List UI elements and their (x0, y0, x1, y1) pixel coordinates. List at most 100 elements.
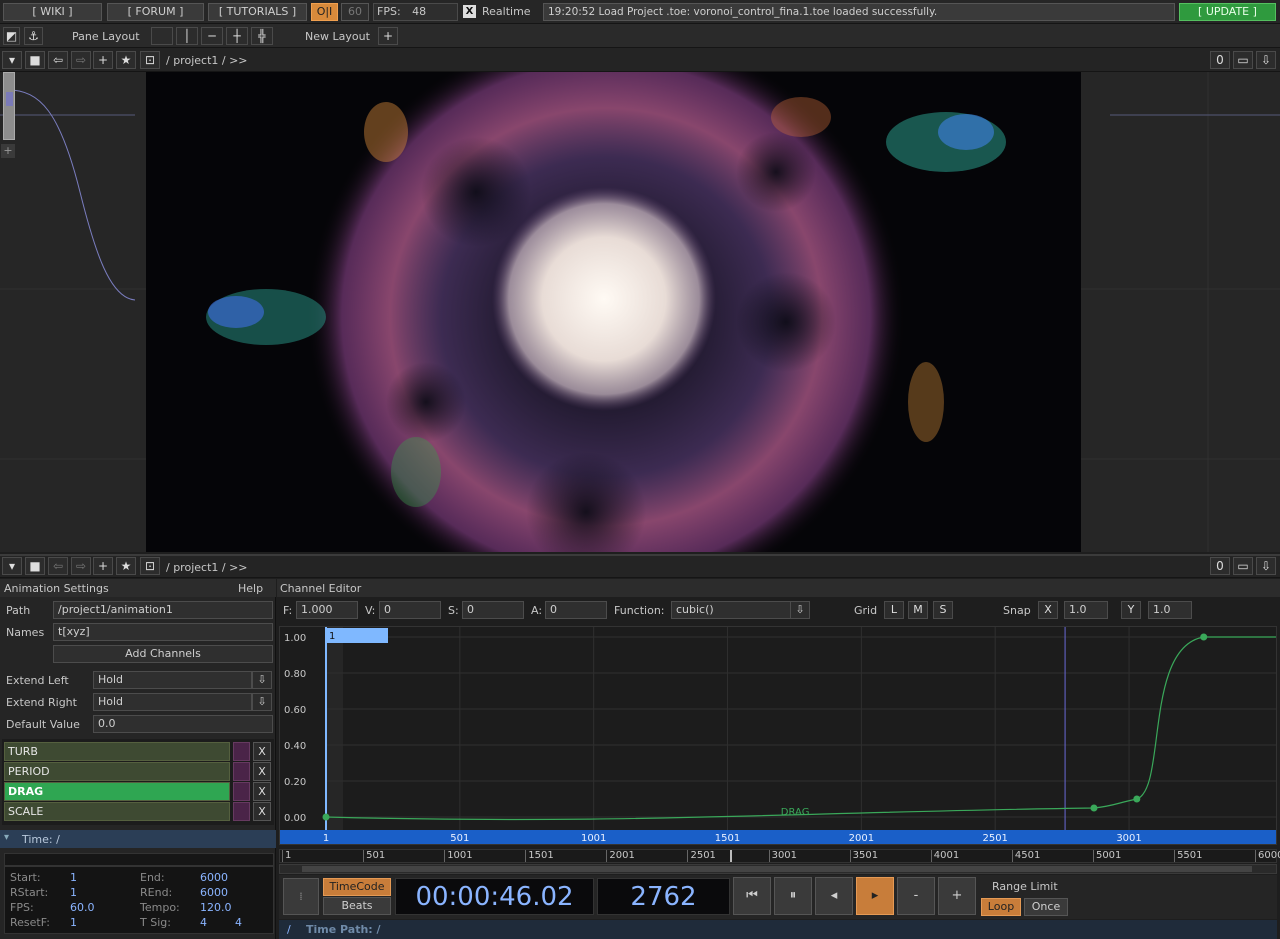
snap-y-field[interactable]: 1.0 (1148, 601, 1192, 619)
pane2-stop-icon[interactable]: ■ (25, 557, 45, 575)
channel-delete-scale[interactable]: X (253, 802, 271, 821)
forward-arrow-icon[interactable]: ⇨ (71, 51, 91, 69)
channel-color-drag[interactable] (233, 782, 250, 801)
channel-delete-period[interactable]: X (253, 762, 271, 781)
channel-row-drag[interactable]: DRAG (4, 782, 230, 801)
timeline-scrollbar[interactable] (279, 864, 1277, 874)
pane-link-icon[interactable]: ⊡ (140, 51, 160, 69)
keyframe-point[interactable] (322, 813, 330, 821)
pane2-add-icon[interactable]: + (93, 557, 113, 575)
update-button[interactable]: [ UPDATE ] (1179, 3, 1276, 21)
add-node-icon[interactable]: + (1, 144, 15, 158)
extend-left-dropdown-icon[interactable]: ⇩ (252, 671, 272, 689)
cook-toggle-button[interactable]: O|I (311, 3, 338, 21)
forum-button[interactable]: [ FORUM ] (107, 3, 204, 21)
drag-curve-line[interactable] (325, 636, 1276, 821)
layout-vsplit-icon[interactable]: │ (176, 27, 198, 45)
end-value[interactable]: 6000 (200, 871, 228, 884)
pane2-forward-arrow-icon[interactable]: ⇨ (71, 557, 91, 575)
anchor-icon[interactable]: ⚓ (24, 27, 43, 45)
beats-button[interactable]: Beats (323, 897, 391, 915)
tempo-value[interactable]: 120.0 (200, 901, 232, 914)
tsig-denominator[interactable]: 4 (235, 916, 242, 929)
channel-row-turb[interactable]: TURB (4, 742, 230, 761)
ruler-current-time[interactable] (729, 850, 732, 862)
timeline-scroll-thumb[interactable] (302, 866, 1252, 872)
start-value[interactable]: 1 (70, 871, 77, 884)
play-forward-icon[interactable]: ▸ (856, 877, 894, 915)
pane1-maximize-icon[interactable]: ▭ (1233, 51, 1253, 69)
pane-toggle-icon[interactable]: ◩ (3, 27, 20, 45)
grid-s-button[interactable]: S (933, 601, 953, 619)
function-dropdown-icon[interactable]: ⇩ (790, 601, 810, 619)
layout-four-icon[interactable]: ╬ (251, 27, 273, 45)
resetf-value[interactable]: 1 (70, 916, 77, 929)
realtime-checkbox[interactable]: X (463, 5, 476, 18)
rend-value[interactable]: 6000 (200, 886, 228, 899)
snap-x-button[interactable]: X (1038, 601, 1058, 619)
snap-x-field[interactable]: 1.0 (1064, 601, 1108, 619)
pane1-split-down-icon[interactable]: ⇩ (1256, 51, 1276, 69)
channel-color-period[interactable] (233, 762, 250, 781)
rstart-value[interactable]: 1 (70, 886, 77, 899)
function-field[interactable]: cubic() (671, 601, 791, 619)
pane2-back-arrow-icon[interactable]: ⇦ (48, 557, 68, 575)
channel-color-turb[interactable] (233, 742, 250, 761)
f-field[interactable]: 1.000 (296, 601, 358, 619)
channel-color-scale[interactable] (233, 802, 250, 821)
help-link[interactable]: Help (238, 582, 263, 595)
curve-graph[interactable]: 1.00 0.80 0.60 0.40 0.20 0.00 1 501 1001 1501 2001… (279, 626, 1277, 845)
layout-single-icon[interactable] (151, 27, 173, 45)
bookmark-star-icon[interactable]: ★ (116, 51, 136, 69)
pane2-link-icon[interactable]: ⊡ (140, 557, 160, 575)
fps-limit-field[interactable]: 60 (341, 3, 369, 21)
extend-left-field[interactable]: Hold (93, 671, 252, 689)
pane2-path[interactable]: / project1 / >> (166, 561, 248, 574)
pane2-split-down-icon[interactable]: ⇩ (1256, 557, 1276, 575)
s-field[interactable]: 0 (462, 601, 524, 619)
pane2-bookmark-star-icon[interactable]: ★ (116, 557, 136, 575)
new-layout-button[interactable]: + (378, 27, 398, 45)
fps-info-value[interactable]: 60.0 (70, 901, 95, 914)
path-field[interactable]: /project1/animation1 (53, 601, 273, 619)
snap-y-button[interactable]: Y (1121, 601, 1141, 619)
rewind-to-start-icon[interactable]: ⏮ (733, 877, 771, 915)
tutorials-button[interactable]: [ TUTORIALS ] (208, 3, 307, 21)
grid-l-button[interactable]: L (884, 601, 904, 619)
speed-down-button[interactable]: - (897, 877, 935, 915)
layout-hsplit-icon[interactable]: ─ (201, 27, 223, 45)
speed-up-button[interactable]: + (938, 877, 976, 915)
v-field[interactable]: 0 (379, 601, 441, 619)
timecode-button[interactable]: TimeCode (323, 878, 391, 896)
time-section-header[interactable]: ▾ Time: / (0, 830, 276, 848)
tsig-numerator[interactable]: 4 (200, 916, 207, 929)
pane2-menu-icon[interactable]: ▾ (2, 557, 22, 575)
render-viewer[interactable] (146, 72, 1081, 552)
default-value-field[interactable]: 0.0 (93, 715, 273, 733)
names-field[interactable]: t[xyz] (53, 623, 273, 641)
back-arrow-icon[interactable]: ⇦ (48, 51, 68, 69)
add-icon[interactable]: + (93, 51, 113, 69)
keyframe-point[interactable] (1133, 795, 1141, 803)
pause-icon[interactable]: ⏸ (774, 877, 812, 915)
channel-row-scale[interactable]: SCALE (4, 802, 230, 821)
extend-right-dropdown-icon[interactable]: ⇩ (252, 693, 272, 711)
time-expand-icon[interactable]: ▾ (4, 832, 9, 843)
frame-display[interactable]: 2762 (597, 878, 730, 915)
pane1-path[interactable]: / project1 / >> (166, 54, 248, 67)
channel-row-period[interactable]: PERIOD (4, 762, 230, 781)
layout-three-icon[interactable]: ┼ (226, 27, 248, 45)
channel-delete-drag[interactable]: X (253, 782, 271, 801)
extend-right-field[interactable]: Hold (93, 693, 252, 711)
time-path-root[interactable]: / (287, 923, 291, 936)
add-channels-button[interactable]: Add Channels (53, 645, 273, 663)
grid-m-button[interactable]: M (908, 601, 928, 619)
timeline-options-icon[interactable]: ⁞ (283, 878, 319, 915)
scroll-handle[interactable] (3, 72, 15, 140)
once-button[interactable]: Once (1024, 898, 1068, 916)
pane-menu-icon[interactable]: ▾ (2, 51, 22, 69)
keyframe-point[interactable] (1200, 633, 1208, 641)
keyframe-point[interactable] (1090, 804, 1098, 812)
time-display[interactable]: 00:00:46.02 (395, 878, 594, 915)
step-back-icon[interactable]: ◂ (815, 877, 853, 915)
